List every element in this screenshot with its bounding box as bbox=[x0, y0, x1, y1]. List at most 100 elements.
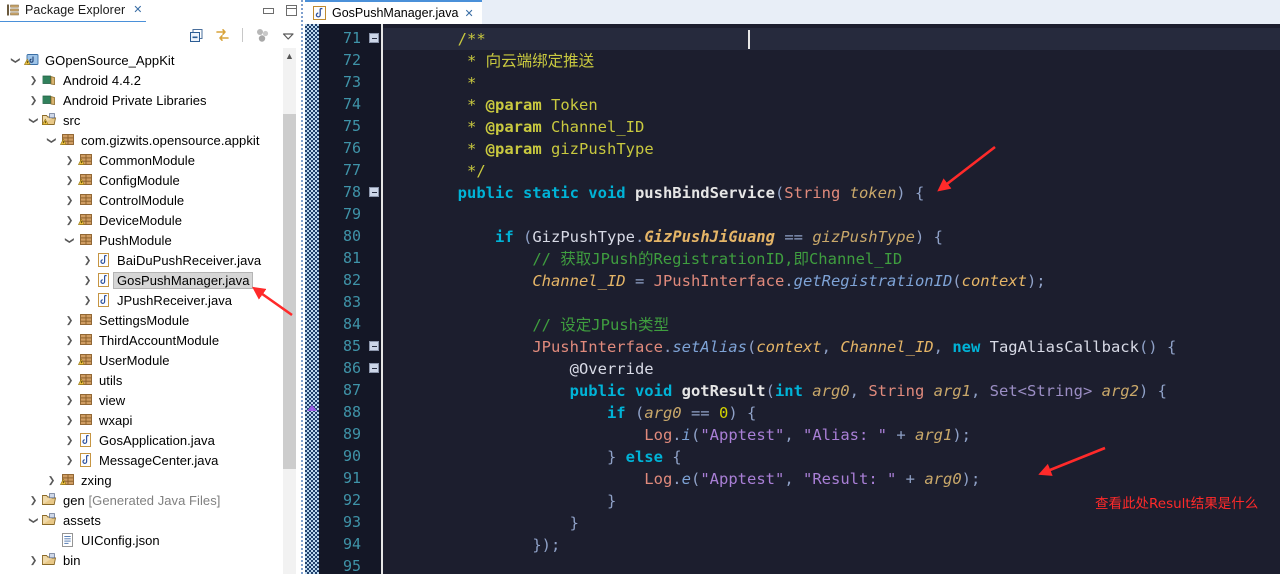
fold-collapse-icon[interactable] bbox=[369, 341, 379, 351]
tree-item-uiconfig-json[interactable]: UIConfig.json bbox=[0, 530, 305, 550]
annotation-ruler[interactable] bbox=[305, 24, 319, 574]
package-warn-icon bbox=[59, 472, 77, 488]
code-line[interactable]: @Override bbox=[383, 358, 654, 380]
line-number: 78 bbox=[342, 183, 361, 201]
tree-item-jpushreceiver-java[interactable]: ❯ JPushReceiver.java bbox=[0, 290, 305, 310]
tree-item-baidupushreceiver-java[interactable]: ❯ BaiDuPushReceiver.java bbox=[0, 250, 305, 270]
view-menu-icon[interactable] bbox=[280, 27, 297, 44]
chevron-right-icon[interactable]: ❯ bbox=[62, 455, 77, 465]
tree-item-messagecenter-java[interactable]: ❯ MessageCenter.java bbox=[0, 450, 305, 470]
code-line[interactable]: } bbox=[383, 512, 579, 534]
chevron-down-icon[interactable]: ❯ bbox=[29, 113, 39, 128]
tree-item-commonmodule[interactable]: ❯ CommonModule bbox=[0, 150, 305, 170]
tree-item-label: PushModule bbox=[99, 232, 172, 248]
chevron-right-icon[interactable]: ❯ bbox=[44, 475, 59, 485]
chevron-right-icon[interactable]: ❯ bbox=[80, 295, 95, 305]
chevron-right-icon[interactable]: ❯ bbox=[62, 335, 77, 345]
chevron-right-icon[interactable]: ❯ bbox=[62, 375, 77, 385]
line-number: 83 bbox=[342, 293, 361, 311]
code-line[interactable]: JPushInterface.setAlias(context, Channel… bbox=[383, 336, 1176, 358]
tree-item-bin[interactable]: ❯ bin bbox=[0, 550, 305, 570]
json-file-icon bbox=[59, 532, 77, 548]
chevron-right-icon[interactable]: ❯ bbox=[62, 155, 77, 165]
chevron-right-icon[interactable]: ❯ bbox=[80, 275, 95, 285]
fold-collapse-icon[interactable] bbox=[369, 363, 379, 373]
link-with-editor-icon[interactable] bbox=[214, 27, 231, 44]
tree-item-devicemodule[interactable]: ❯ DeviceModule bbox=[0, 210, 305, 230]
chevron-right-icon[interactable]: ❯ bbox=[80, 255, 95, 265]
chevron-down-icon[interactable]: ❯ bbox=[29, 513, 39, 528]
maximize-icon[interactable] bbox=[286, 5, 297, 16]
tree-item-gospushmanager-java[interactable]: ❯ GosPushManager.java bbox=[0, 270, 305, 290]
code-line[interactable]: * @param Channel_ID bbox=[383, 116, 644, 138]
code-line[interactable]: }); bbox=[383, 534, 560, 556]
code-line[interactable]: /** bbox=[383, 28, 486, 50]
chevron-right-icon[interactable]: ❯ bbox=[62, 435, 77, 445]
tree-item-wxapi[interactable]: ❯ wxapi bbox=[0, 410, 305, 430]
code-line[interactable]: // 获取JPush的RegistrationID,即Channel_ID bbox=[383, 248, 902, 270]
tree-item-gopensource-appkit[interactable]: ❯ GOpenSource_AppKit bbox=[0, 50, 305, 70]
chevron-right-icon[interactable]: ❯ bbox=[26, 75, 41, 85]
chevron-right-icon[interactable]: ❯ bbox=[26, 555, 41, 565]
tree-item-assets[interactable]: ❯ assets bbox=[0, 510, 305, 530]
minimize-icon[interactable] bbox=[263, 7, 274, 14]
package-explorer-tree[interactable]: ❯ GOpenSource_AppKit ❯ Android 4.4.2 ❯ Androi… bbox=[0, 48, 305, 574]
scroll-up-icon[interactable]: ▲ bbox=[284, 50, 295, 62]
code-line[interactable]: Log.e("Apptest", "Result: " + arg0); bbox=[383, 468, 980, 490]
collapse-all-icon[interactable] bbox=[188, 27, 205, 44]
tree-item-thirdaccountmodule[interactable]: ❯ ThirdAccountModule bbox=[0, 330, 305, 350]
code-line[interactable]: Channel_ID = JPushInterface.getRegistrat… bbox=[383, 270, 1045, 292]
tree-item-android-4-4-2[interactable]: ❯ Android 4.4.2 bbox=[0, 70, 305, 90]
code-line[interactable]: } else { bbox=[383, 446, 682, 468]
fold-collapse-icon[interactable] bbox=[369, 33, 379, 43]
chevron-down-icon[interactable]: ❯ bbox=[11, 53, 21, 68]
tree-item-configmodule[interactable]: ❯ ConfigModule bbox=[0, 170, 305, 190]
chevron-right-icon[interactable]: ❯ bbox=[62, 395, 77, 405]
code-line[interactable]: */ bbox=[383, 160, 486, 182]
tab-gospushmanager-java[interactable]: GosPushManager.java ✕ bbox=[305, 0, 482, 24]
tree-item-utils[interactable]: ❯ utils bbox=[0, 370, 305, 390]
code-line[interactable]: public static void pushBindService(Strin… bbox=[383, 182, 925, 204]
code-line[interactable]: * 向云端绑定推送 bbox=[383, 50, 594, 72]
close-icon[interactable]: ✕ bbox=[133, 4, 142, 16]
tree-item-src[interactable]: ❯ src bbox=[0, 110, 305, 130]
code-editing-area[interactable]: 71 72 73 74 75 76 77 78 79 80 81 82 83 84 85 86 87 88 89 90… bbox=[305, 24, 1280, 574]
chevron-down-icon[interactable]: ❯ bbox=[65, 233, 75, 248]
tree-item-gosapplication-java[interactable]: ❯ GosApplication.java bbox=[0, 430, 305, 450]
focus-on-active-task-icon[interactable] bbox=[254, 27, 271, 44]
tree-item-pushmodule[interactable]: ❯ PushModule bbox=[0, 230, 305, 250]
chevron-right-icon[interactable]: ❯ bbox=[62, 415, 77, 425]
tree-item-com-gizwits-opensource-appkit[interactable]: ❯ com.gizwits.opensource.appkit bbox=[0, 130, 305, 150]
chevron-right-icon[interactable]: ❯ bbox=[62, 355, 77, 365]
folding-column[interactable] bbox=[367, 24, 381, 574]
scrollbar-thumb[interactable] bbox=[283, 114, 296, 469]
chevron-right-icon[interactable]: ❯ bbox=[26, 95, 41, 105]
code-line[interactable]: if (GizPushType.GizPushJiGuang == gizPus… bbox=[383, 226, 943, 248]
close-icon[interactable]: ✕ bbox=[464, 7, 473, 20]
tree-item-view[interactable]: ❯ view bbox=[0, 390, 305, 410]
chevron-right-icon[interactable]: ❯ bbox=[62, 315, 77, 325]
chevron-right-icon[interactable]: ❯ bbox=[62, 175, 77, 185]
tree-item-usermodule[interactable]: ❯ UserModule bbox=[0, 350, 305, 370]
code-line[interactable]: } bbox=[383, 490, 616, 512]
chevron-right-icon[interactable]: ❯ bbox=[62, 195, 77, 205]
tree-item-android-private-libraries[interactable]: ❯ Android Private Libraries bbox=[0, 90, 305, 110]
code-line[interactable]: if (arg0 == 0) { bbox=[383, 402, 756, 424]
fold-collapse-icon[interactable] bbox=[369, 187, 379, 197]
code-line[interactable]: // 设定JPush类型 bbox=[383, 314, 669, 336]
tree-item-controlmodule[interactable]: ❯ ControlModule bbox=[0, 190, 305, 210]
tree-item-gen[interactable]: ❯ gen [Generated Java Files] bbox=[0, 490, 305, 510]
code-line[interactable]: * @param Token bbox=[383, 94, 598, 116]
code-line[interactable]: Log.i("Apptest", "Alias: " + arg1); bbox=[383, 424, 971, 446]
chevron-right-icon[interactable]: ❯ bbox=[26, 495, 41, 505]
chevron-right-icon[interactable]: ❯ bbox=[62, 215, 77, 225]
code-line[interactable]: * @param gizPushType bbox=[383, 138, 654, 160]
tree-item-zxing[interactable]: ❯ zxing bbox=[0, 470, 305, 490]
ruler-marker-icon[interactable] bbox=[307, 405, 317, 411]
code-line[interactable]: public void gotResult(int arg0, String a… bbox=[383, 380, 1167, 402]
chevron-down-icon[interactable]: ❯ bbox=[47, 133, 57, 148]
tab-package-explorer[interactable]: Package Explorer ✕ bbox=[0, 0, 147, 23]
explorer-scrollbar[interactable]: ▲ bbox=[283, 48, 296, 574]
code-line[interactable]: * bbox=[383, 72, 476, 94]
tree-item-settingsmodule[interactable]: ❯ SettingsModule bbox=[0, 310, 305, 330]
